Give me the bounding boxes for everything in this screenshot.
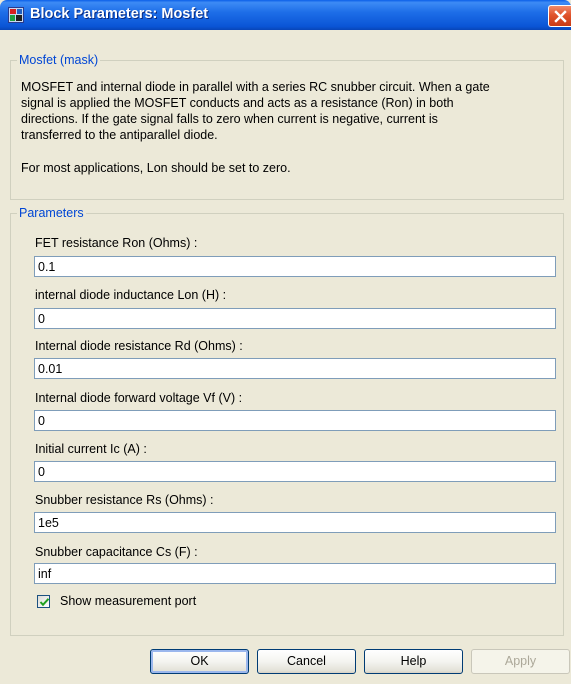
mask-description: MOSFET and internal diode in parallel wi…	[21, 79, 566, 176]
show-measurement-port-label[interactable]: Show measurement port	[60, 594, 196, 609]
vf-field[interactable]	[34, 410, 556, 431]
ok-button[interactable]: OK	[150, 649, 249, 674]
help-button[interactable]: Help	[364, 649, 463, 674]
title-bar[interactable]: Block Parameters: Mosfet	[0, 0, 571, 30]
lon-field[interactable]	[34, 308, 556, 329]
mask-description-group: Mosfet (mask) MOSFET and internal diode …	[10, 53, 566, 200]
lon-label: internal diode inductance Lon (H) :	[35, 288, 227, 302]
cancel-button[interactable]: Cancel	[257, 649, 356, 674]
rs-field[interactable]	[34, 512, 556, 533]
simulink-block-icon	[8, 7, 24, 23]
apply-button[interactable]: Apply	[471, 649, 570, 674]
description-line: MOSFET and internal diode in parallel wi…	[21, 80, 490, 94]
checkmark-icon	[39, 598, 50, 607]
mask-group-legend: Mosfet (mask)	[17, 53, 101, 68]
description-note: For most applications, Lon should be set…	[21, 161, 291, 175]
description-line: signal is applied the MOSFET conducts an…	[21, 96, 454, 110]
show-measurement-port-checkbox[interactable]	[37, 595, 50, 608]
rs-label: Snubber resistance Rs (Ohms) :	[35, 493, 214, 507]
rd-field[interactable]	[34, 358, 556, 379]
vf-label: Internal diode forward voltage Vf (V) :	[35, 391, 243, 405]
rd-label: Internal diode resistance Rd (Ohms) :	[35, 339, 243, 353]
parameters-group-legend: Parameters	[17, 206, 86, 221]
description-line: transferred to the antiparallel diode.	[21, 128, 218, 142]
close-button[interactable]	[548, 5, 571, 27]
ic-label: Initial current Ic (A) :	[35, 442, 147, 456]
description-line: directions. If the gate signal falls to …	[21, 112, 438, 126]
ron-field[interactable]	[34, 256, 556, 277]
ic-field[interactable]	[34, 461, 556, 482]
ron-label: FET resistance Ron (Ohms) :	[35, 236, 198, 250]
cs-label: Snubber capacitance Cs (F) :	[35, 545, 198, 559]
window-title: Block Parameters: Mosfet	[30, 6, 209, 22]
block-parameters-dialog: Block Parameters: Mosfet Mosfet (mask) M…	[0, 0, 571, 684]
cs-field[interactable]	[34, 563, 556, 584]
close-icon	[554, 10, 567, 23]
